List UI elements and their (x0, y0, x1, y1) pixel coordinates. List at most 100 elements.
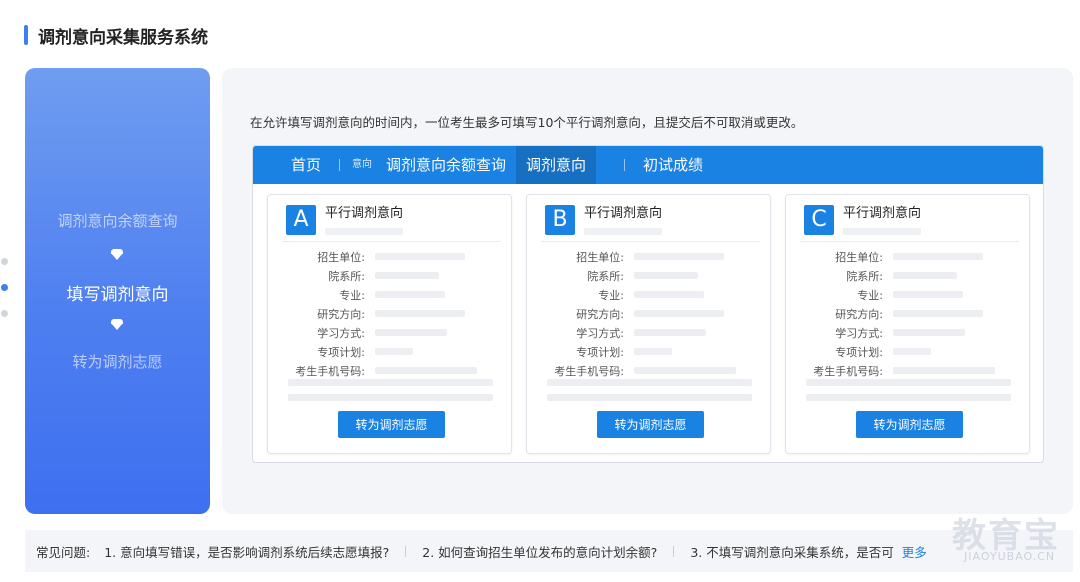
placeholder-bar (634, 272, 698, 279)
field-label-special-plan: 专项计划: (835, 345, 883, 359)
nav-quota-query[interactable]: 调剂意向余额查询 (376, 146, 516, 184)
field-label-direction: 研究方向: (576, 307, 624, 321)
placeholder-bar (893, 272, 957, 279)
placeholder-bar (893, 348, 931, 355)
step-arrow-down-icon (111, 319, 123, 330)
field-label-phone: 考生手机号码: (813, 364, 883, 378)
nav-intent-small[interactable]: 意向 (348, 146, 376, 184)
notice-text: 在允许填写调剂意向的时间内，一位考生最多可填写10个平行调剂意向，且提交后不可取… (250, 115, 804, 130)
convert-to-application-button[interactable]: 转为调剂志愿 (856, 411, 963, 438)
card-divider (800, 241, 1019, 242)
field-label-direction: 研究方向: (835, 307, 883, 321)
field-label-dept: 院系所: (328, 269, 365, 283)
card-title: 平行调剂意向 (584, 206, 663, 221)
field-label-unit: 招生单位: (576, 250, 624, 264)
field-label-dept: 院系所: (587, 269, 624, 283)
carousel-dot-1[interactable] (1, 258, 8, 265)
placeholder-bar (288, 379, 493, 386)
placeholder-bar (375, 348, 413, 355)
placeholder-bar (806, 379, 1011, 386)
step-quota-query[interactable]: 调剂意向余额查询 (25, 210, 210, 231)
field-label-major: 专业: (598, 288, 624, 302)
convert-to-application-button[interactable]: 转为调剂志愿 (597, 411, 704, 438)
card-divider (541, 241, 760, 242)
title-accent-bar (24, 25, 28, 45)
step-arrow-down-icon (111, 249, 123, 260)
page-title: 调剂意向采集服务系统 (38, 27, 208, 48)
field-label-unit: 招生单位: (835, 250, 883, 264)
field-label-direction: 研究方向: (317, 307, 365, 321)
faq-link-1[interactable]: 1. 意向填写错误，是否影响调剂系统后续志愿填报? (104, 542, 389, 561)
placeholder-bar (634, 291, 704, 298)
card-title: 平行调剂意向 (325, 206, 404, 221)
field-label-dept: 院系所: (846, 269, 883, 283)
placeholder-bar (325, 228, 403, 235)
placeholder-bar (893, 367, 995, 374)
placeholder-bar (375, 310, 465, 317)
placeholder-bar (893, 253, 983, 260)
faq-link-2[interactable]: 2. 如何查询招生单位发布的意向计划余额? (422, 542, 657, 561)
watermark-logo: 教育宝 JIAOYUBAO.CN (952, 508, 1064, 574)
nav-separator (624, 159, 626, 171)
watermark-en: JIAOYUBAO.CN (964, 550, 1056, 563)
main-panel: 在允许填写调剂意向的时间内，一位考生最多可填写10个平行调剂意向，且提交后不可取… (222, 68, 1073, 514)
card-letter-badge: C (804, 205, 834, 235)
nav-intent[interactable]: 调剂意向 (516, 146, 597, 184)
card-fields: 招生单位: 院系所: 专业: 研究方向: 学习方式: 专项计划: 考生手机号码: (527, 247, 772, 380)
card-fields: 招生单位: 院系所: 专业: 研究方向: 学习方式: 专项计划: 考生手机号码: (786, 247, 1031, 380)
placeholder-bar (584, 228, 662, 235)
faq-more-link[interactable]: 更多 (902, 542, 927, 561)
nav-home[interactable]: 首页 (281, 146, 331, 184)
field-label-special-plan: 专项计划: (317, 345, 365, 359)
faq-label: 常见问题: (36, 544, 91, 560)
intent-card-b: B 平行调剂意向 招生单位: 院系所: 专业: 研究方向: 学习方式: 专项计划… (526, 194, 771, 454)
faq-bar: 常见问题: 1. 意向填写错误，是否影响调剂系统后续志愿填报? 2. 如何查询招… (25, 530, 1073, 572)
faq-separator (673, 545, 675, 557)
card-title: 平行调剂意向 (843, 206, 922, 221)
carousel-dot-3[interactable] (1, 310, 8, 317)
faq-separator (405, 545, 407, 557)
placeholder-bar (893, 310, 983, 317)
placeholder-bar (547, 379, 752, 386)
card-header: B 平行调剂意向 (545, 205, 662, 235)
placeholder-bar (288, 394, 493, 401)
placeholder-bar (634, 348, 672, 355)
placeholder-bar (375, 291, 445, 298)
card-header: A 平行调剂意向 (286, 205, 403, 235)
placeholder-bar (634, 329, 706, 336)
card-divider (282, 241, 501, 242)
placeholder-bar (843, 228, 921, 235)
placeholder-bar (806, 394, 1011, 401)
step-fill-intent[interactable]: 填写调剂意向 (25, 280, 210, 305)
carousel-dot-2-active[interactable] (1, 284, 8, 291)
card-fields: 招生单位: 院系所: 专业: 研究方向: 学习方式: 专项计划: 考生手机号码: (268, 247, 513, 380)
placeholder-bar (634, 367, 736, 374)
field-label-study-mode: 学习方式: (317, 326, 365, 340)
placeholder-bar (375, 272, 439, 279)
page-header: 调剂意向采集服务系统 (24, 22, 208, 48)
steps-panel: 调剂意向余额查询 填写调剂意向 转为调剂志愿 (25, 68, 210, 514)
convert-to-application-button[interactable]: 转为调剂志愿 (338, 411, 445, 438)
step-convert-to-application[interactable]: 转为调剂志愿 (25, 351, 210, 372)
placeholder-bar (375, 367, 477, 374)
field-label-phone: 考生手机号码: (554, 364, 624, 378)
card-letter-badge: A (286, 205, 316, 235)
app-preview-frame: 首页 意向 调剂意向余额查询 调剂意向 初试成绩 A 平行调剂意向 招生单位: … (252, 145, 1044, 463)
placeholder-bar (634, 253, 724, 260)
placeholder-bar (375, 329, 447, 336)
field-label-major: 专业: (339, 288, 365, 302)
placeholder-bar (893, 291, 963, 298)
placeholder-bar (547, 394, 752, 401)
card-header: C 平行调剂意向 (804, 205, 921, 235)
faq-link-3[interactable]: 3. 不填写调剂意向采集系统，是否可 (690, 542, 893, 561)
nav-separator (339, 159, 341, 171)
card-letter-badge: B (545, 205, 575, 235)
field-label-major: 专业: (857, 288, 883, 302)
field-label-study-mode: 学习方式: (835, 326, 883, 340)
field-label-unit: 招生单位: (317, 250, 365, 264)
placeholder-bar (634, 310, 724, 317)
carousel-dots (0, 258, 10, 336)
top-nav: 首页 意向 调剂意向余额查询 调剂意向 初试成绩 (253, 146, 1043, 184)
nav-scores[interactable]: 初试成绩 (633, 146, 713, 184)
field-label-special-plan: 专项计划: (576, 345, 624, 359)
